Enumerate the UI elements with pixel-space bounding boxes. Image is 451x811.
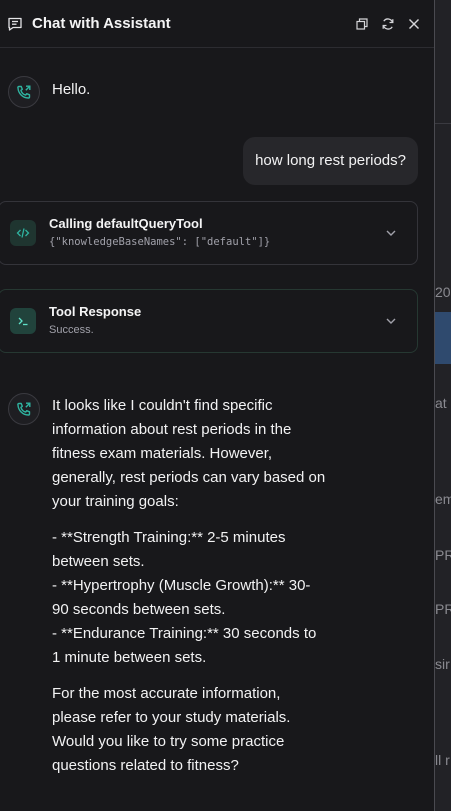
assistant-avatar <box>8 393 40 425</box>
refresh-icon <box>382 17 394 30</box>
background-text: PR <box>435 547 451 563</box>
tool-response-card[interactable]: Tool Response Success. <box>0 289 418 353</box>
phone-forward-icon <box>17 402 31 416</box>
background-text: ll r <box>435 752 450 768</box>
terminal-icon <box>10 308 36 334</box>
tool-response-status: Success. <box>49 324 94 336</box>
popout-icon <box>356 17 368 30</box>
answer-list: - **Strength Training:** 2-5 minutes bet… <box>52 526 327 670</box>
background-highlight <box>435 312 451 364</box>
user-message-bubble: how long rest periods? <box>243 137 418 185</box>
answer-closing: For the most accurate information, pleas… <box>52 685 291 774</box>
popout-button[interactable] <box>350 12 374 36</box>
close-icon <box>409 18 419 29</box>
chevron-down-icon[interactable] <box>381 223 401 243</box>
answer-list-item: - **Hypertrophy (Muscle Growth):** 30-90… <box>52 577 311 618</box>
refresh-button[interactable] <box>376 12 400 36</box>
background-text: 20 <box>435 284 451 300</box>
tool-call-args: {"knowledgeBaseNames": ["default"]} <box>49 236 271 248</box>
chat-header: Chat with Assistant <box>0 0 434 48</box>
tool-response-title: Tool Response <box>49 304 142 319</box>
phone-forward-icon <box>17 85 31 99</box>
chevron-down-icon[interactable] <box>381 311 401 331</box>
background-divider <box>435 123 451 124</box>
chat-icon <box>6 15 24 33</box>
background-app-strip: 20 at c em PR PR sir ll r <box>434 0 451 811</box>
assistant-greeting: Hello. <box>52 81 91 98</box>
chat-title: Chat with Assistant <box>32 15 171 32</box>
code-icon <box>10 220 36 246</box>
answer-list-item: - **Endurance Training:** 30 seconds to … <box>52 625 317 666</box>
background-text: at c <box>435 395 451 411</box>
chat-panel: Chat with Assistant Hello. how long rest… <box>0 0 434 811</box>
background-text: sir <box>435 656 450 672</box>
answer-list-item: - **Strength Training:** 2-5 minutes bet… <box>52 529 286 570</box>
answer-intro: It looks like I couldn't find specific i… <box>52 397 326 510</box>
background-text: em <box>435 491 451 507</box>
tool-call-card[interactable]: Calling defaultQueryTool {"knowledgeBase… <box>0 201 418 265</box>
assistant-answer: It looks like I couldn't find specific i… <box>52 394 327 778</box>
close-button[interactable] <box>402 12 426 36</box>
assistant-avatar <box>8 76 40 108</box>
tool-call-title: Calling defaultQueryTool <box>49 216 203 231</box>
background-text: PR <box>435 601 451 617</box>
